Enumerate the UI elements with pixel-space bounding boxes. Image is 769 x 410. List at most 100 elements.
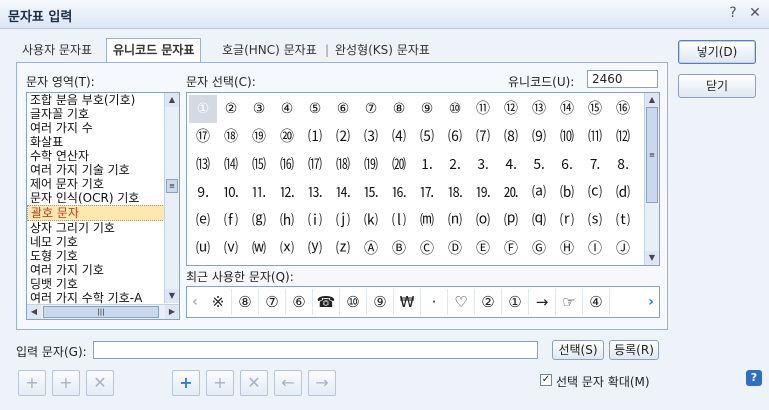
char-cell[interactable]: ⒈: [413, 151, 441, 179]
recent-next-icon[interactable]: ›: [643, 287, 659, 317]
scroll-thumb[interactable]: ≡: [166, 179, 178, 193]
char-cell[interactable]: ⑽: [553, 123, 581, 151]
char-cell[interactable]: ⒡: [217, 207, 245, 235]
char-cell[interactable]: ⒤: [301, 207, 329, 235]
char-cell[interactable]: ⒀: [189, 151, 217, 179]
char-cell[interactable]: ⑯: [609, 95, 637, 123]
char-cell[interactable]: Ⓔ: [469, 235, 497, 263]
char-cell[interactable]: ⒏: [609, 151, 637, 179]
char-cell[interactable]: ⑰: [189, 123, 217, 151]
area-list-item[interactable]: 수학 연산자: [27, 149, 179, 163]
recent-char-cell[interactable]: ⑦: [259, 289, 286, 315]
recent-prev-icon[interactable]: ‹: [187, 287, 203, 317]
area-list-item[interactable]: 도형 기호: [27, 249, 179, 263]
char-cell[interactable]: Ⓘ: [581, 235, 609, 263]
recent-char-cell[interactable]: ₩: [394, 289, 421, 315]
char-cell[interactable]: Ⓗ: [553, 235, 581, 263]
char-cell[interactable]: ⒪: [469, 207, 497, 235]
char-cell[interactable]: ⑻: [497, 123, 525, 151]
tab-hnc-table[interactable]: 호글(HNC) 문자표: [222, 40, 317, 60]
arrow-right-icon[interactable]: →: [308, 370, 336, 396]
area-list-item[interactable]: 괄호 문자: [27, 205, 179, 221]
scroll-up-icon[interactable]: ▲: [165, 93, 179, 107]
char-cell[interactable]: ①: [189, 95, 217, 123]
char-cell[interactable]: ⑪: [469, 95, 497, 123]
char-cell[interactable]: ⒄: [301, 151, 329, 179]
char-cell[interactable]: ⒟: [609, 179, 637, 207]
char-cell[interactable]: Ⓙ: [609, 235, 637, 263]
char-cell[interactable]: ⑩: [441, 95, 469, 123]
char-cell[interactable]: ⒓: [273, 179, 301, 207]
char-cell[interactable]: ⒦: [357, 207, 385, 235]
char-cell[interactable]: ⒯: [609, 207, 637, 235]
char-cell[interactable]: ⒃: [273, 151, 301, 179]
char-cell[interactable]: ⑿: [609, 123, 637, 151]
char-cell[interactable]: ⒜: [525, 179, 553, 207]
recent-char-cell[interactable]: ☎: [313, 289, 340, 315]
char-cell[interactable]: ⒩: [441, 207, 469, 235]
recent-char-cell[interactable]: ⑥: [286, 289, 313, 315]
area-list-item[interactable]: 여러 가지 기호: [27, 263, 179, 277]
tab-user-table[interactable]: 사용자 문자표: [22, 40, 92, 60]
char-cell[interactable]: ⑹: [441, 123, 469, 151]
scroll-down-icon[interactable]: ▼: [165, 289, 179, 303]
char-cell[interactable]: ⒒: [245, 179, 273, 207]
edit-user-char-icon[interactable]: +: [52, 370, 80, 396]
char-cell[interactable]: ⒔: [301, 179, 329, 207]
char-cell[interactable]: Ⓕ: [497, 235, 525, 263]
char-cell[interactable]: ⑵: [329, 123, 357, 151]
char-cell[interactable]: ⑫: [497, 95, 525, 123]
area-list-item[interactable]: 글자꼴 기호: [27, 107, 179, 121]
recent-char-cell[interactable]: ①: [502, 289, 529, 315]
recent-char-cell[interactable]: ·: [421, 289, 448, 315]
recent-char-cell[interactable]: ⑧: [232, 289, 259, 315]
char-cell[interactable]: Ⓐ: [357, 235, 385, 263]
recent-char-cell[interactable]: ④: [583, 289, 610, 315]
char-cell[interactable]: ⑼: [525, 123, 553, 151]
enlarge-checkbox[interactable]: ✓: [540, 374, 552, 386]
area-vscroll[interactable]: ▲ ≡ ▼: [164, 93, 179, 303]
char-cell[interactable]: ⒆: [357, 151, 385, 179]
add-icon[interactable]: +: [172, 370, 200, 396]
scroll-left-icon[interactable]: ◀: [27, 305, 41, 319]
char-cell[interactable]: ⒗: [385, 179, 413, 207]
char-cell[interactable]: ⑾: [581, 123, 609, 151]
area-hscroll[interactable]: ◀ ||| ▶: [27, 304, 179, 319]
close-window-button[interactable]: ✕: [746, 4, 764, 22]
recent-char-cell[interactable]: ②: [475, 289, 502, 315]
input-field[interactable]: [93, 341, 538, 359]
close-button[interactable]: 닫기: [678, 74, 756, 98]
area-list-item[interactable]: 여러 가지 수학 기호-A: [27, 291, 179, 305]
char-cell[interactable]: ⑳: [273, 123, 301, 151]
char-cell[interactable]: ⑱: [217, 123, 245, 151]
char-cell[interactable]: ⒬: [525, 207, 553, 235]
char-cell[interactable]: ⒴: [301, 235, 329, 263]
recent-char-cell[interactable]: ⑩: [340, 289, 367, 315]
char-cell[interactable]: ⒐: [189, 179, 217, 207]
insert-button[interactable]: 넣기(D): [678, 40, 756, 64]
area-list-item[interactable]: 여러 가지 기술 기호: [27, 163, 179, 177]
char-cell[interactable]: ⒥: [329, 207, 357, 235]
tab-unicode-table[interactable]: 유니코드 문자표: [106, 38, 202, 62]
add-row-icon[interactable]: +: [206, 370, 234, 396]
char-cell[interactable]: ⒙: [441, 179, 469, 207]
hscroll-thumb[interactable]: |||: [43, 306, 159, 318]
char-cell[interactable]: ⒖: [357, 179, 385, 207]
scroll-right-icon[interactable]: ▶: [165, 305, 179, 319]
grid-scroll-down-icon[interactable]: ▼: [645, 251, 659, 265]
char-cell[interactable]: ⒇: [385, 151, 413, 179]
area-list-item[interactable]: 문자 인식(OCR) 기호: [27, 191, 179, 205]
char-cell[interactable]: ⒨: [413, 207, 441, 235]
grid-scroll-thumb[interactable]: ≡: [646, 107, 658, 203]
char-cell[interactable]: ⒱: [217, 235, 245, 263]
char-cell[interactable]: ⑬: [525, 95, 553, 123]
char-cell[interactable]: ⑲: [245, 123, 273, 151]
char-cell[interactable]: ⒫: [497, 207, 525, 235]
char-cell[interactable]: ⒧: [385, 207, 413, 235]
recent-char-cell[interactable]: ♡: [448, 289, 475, 315]
char-cell[interactable]: ②: [217, 95, 245, 123]
area-list-item[interactable]: 화살표: [27, 135, 179, 149]
char-cell[interactable]: ⒉: [441, 151, 469, 179]
area-list-item[interactable]: 제어 문자 기호: [27, 177, 179, 191]
char-cell[interactable]: ④: [273, 95, 301, 123]
